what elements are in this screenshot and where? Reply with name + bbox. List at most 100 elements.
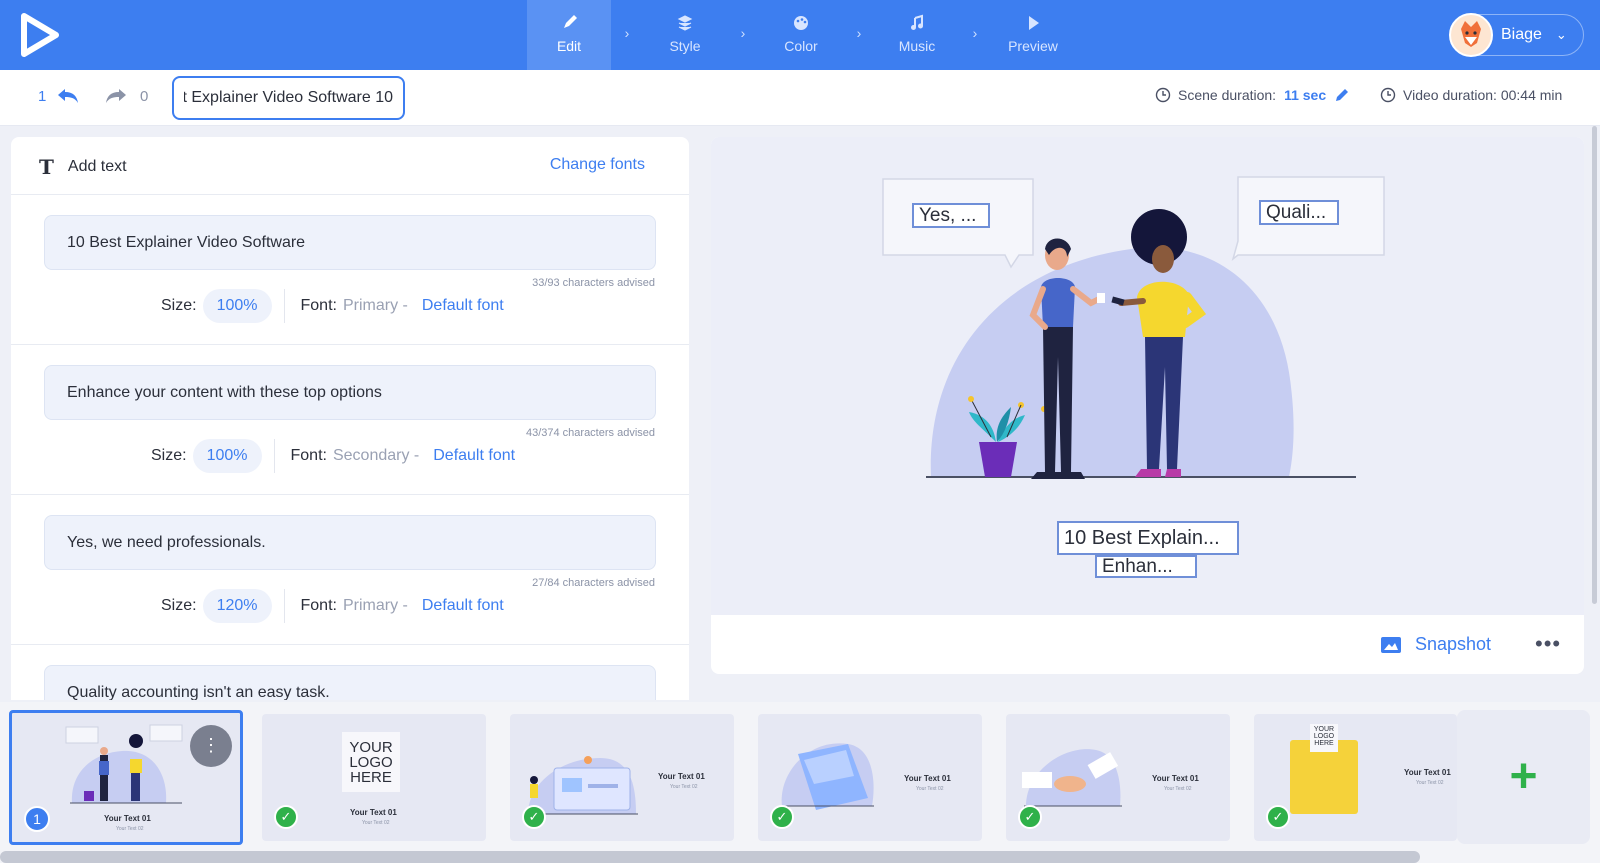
- text-block: Yes, we need professionals. 27/84 charac…: [11, 495, 689, 645]
- char-count: 27/84 characters advised: [532, 577, 655, 589]
- bubble-text-left[interactable]: Yes, ...: [912, 203, 990, 228]
- add-scene-button[interactable]: +: [1457, 710, 1590, 844]
- text-field[interactable]: Yes, we need professionals.: [44, 515, 656, 570]
- check-icon: ✓: [522, 805, 546, 829]
- scene-title-box[interactable]: 10 Best Explain...: [1057, 521, 1239, 555]
- text-field[interactable]: 10 Best Explainer Video Software: [44, 215, 656, 270]
- logo-line: LOGO: [1313, 733, 1335, 740]
- scene-caption: Your Text 01: [904, 774, 951, 783]
- font-type: Secondary -: [332, 447, 420, 464]
- logo-placeholder-text: YOUR LOGO HERE: [348, 740, 394, 785]
- font-type: Primary -: [342, 597, 408, 614]
- play-logo-icon[interactable]: [18, 12, 62, 58]
- chevron-down-icon: ⌄: [1555, 27, 1567, 42]
- logo-line: HERE: [1314, 740, 1334, 747]
- video-title-input[interactable]: [172, 76, 405, 120]
- scene-subcaption: Your Text 02: [1416, 780, 1444, 786]
- change-fonts-link[interactable]: Change fonts: [550, 156, 645, 174]
- video-duration-label: Video duration: 00:44 min: [1403, 87, 1563, 103]
- font-label: Font:: [300, 297, 337, 314]
- add-text-button[interactable]: T Add text: [39, 155, 127, 179]
- clock-icon: [1155, 87, 1171, 103]
- scene-canvas[interactable]: Yes, ... Quali... 10 Best Explain... Enh…: [711, 137, 1584, 615]
- scene-duration-value[interactable]: 11 sec: [1284, 87, 1326, 103]
- text-icon: T: [39, 155, 54, 179]
- undo-icon[interactable]: [55, 84, 81, 108]
- divider: [273, 439, 275, 473]
- text-field[interactable]: Quality accounting isn't an easy task.: [44, 665, 656, 700]
- scene-thumbnail[interactable]: Your Text 01 Your Text 02 ✓: [758, 714, 982, 841]
- scene-thumbnail[interactable]: YOUR LOGO HERE Your Text 01 Your Text 02…: [1254, 714, 1457, 841]
- video-duration: Video duration: 00:44 min: [1380, 87, 1562, 103]
- snapshot-label: Snapshot: [1415, 634, 1492, 654]
- scene-thumbnail[interactable]: YOUR LOGO HERE Your Text 01 Your Text 02…: [262, 714, 486, 841]
- font-selector[interactable]: Default font: [422, 597, 504, 615]
- top-navigation-bar: Edit › Style › Color › Music › Preview B…: [0, 0, 1600, 70]
- text-field[interactable]: Enhance your content with these top opti…: [44, 365, 656, 420]
- scene-thumbnail[interactable]: Your Text 01 Your Text 02 ✓: [510, 714, 734, 841]
- step-color[interactable]: Color: [759, 0, 843, 70]
- horizontal-scrollbar[interactable]: [0, 851, 1420, 863]
- font-selector[interactable]: Default font: [422, 297, 504, 315]
- snapshot-button[interactable]: Snapshot: [1381, 634, 1491, 655]
- logo-line: YOUR: [1313, 726, 1335, 733]
- scene-caption: Your Text 01: [104, 814, 151, 823]
- image-icon: [1381, 636, 1401, 653]
- scene-number-badge: 1: [24, 806, 50, 832]
- size-label: Size:: [161, 597, 197, 614]
- pencil-icon[interactable]: [1334, 87, 1350, 103]
- font-type: Primary -: [342, 297, 408, 314]
- redo-count: 0: [140, 88, 149, 105]
- vertical-scrollbar[interactable]: [1592, 126, 1597, 604]
- step-label: Style: [669, 38, 701, 54]
- layers-icon: [677, 15, 693, 31]
- scene-subcaption: Your Text 02: [362, 820, 390, 826]
- add-text-label: Add text: [67, 158, 127, 175]
- step-edit[interactable]: Edit: [527, 0, 611, 70]
- logo-line: HERE: [350, 769, 392, 786]
- font-selector[interactable]: Default font: [433, 447, 515, 465]
- font-label: Font:: [300, 597, 337, 614]
- check-icon: ✓: [274, 805, 298, 829]
- step-label: Color: [784, 38, 818, 54]
- scene-caption: Your Text 01: [350, 808, 397, 817]
- scene-menu-icon[interactable]: ⋮: [190, 725, 232, 767]
- palette-icon: [794, 16, 808, 30]
- divider: [283, 289, 285, 323]
- step-style[interactable]: Style: [643, 0, 727, 70]
- text-block: 10 Best Explainer Video Software 33/93 c…: [11, 195, 689, 345]
- font-label: Font:: [290, 447, 327, 464]
- scene-subcaption: Your Text 02: [116, 826, 144, 832]
- divider: [283, 589, 285, 623]
- size-selector[interactable]: 100%: [192, 439, 262, 473]
- step-music[interactable]: Music: [875, 0, 959, 70]
- logo-line: LOGO: [349, 754, 393, 771]
- text-panel: T Add text Change fonts 10 Best Explaine…: [11, 137, 689, 700]
- clock-icon: [1380, 87, 1396, 103]
- chevron-right-icon: ›: [740, 25, 746, 41]
- check-icon: ✓: [770, 805, 794, 829]
- size-selector[interactable]: 120%: [202, 589, 272, 623]
- step-label: Edit: [556, 38, 582, 54]
- play-icon: [1029, 16, 1039, 30]
- scene-thumbnail[interactable]: Your Text 01 Your Text 02 ✓: [1006, 714, 1230, 841]
- check-icon: ✓: [1266, 805, 1290, 829]
- user-menu[interactable]: Biage ⌄: [1449, 13, 1584, 57]
- plus-icon: +: [1509, 750, 1538, 803]
- size-label: Size:: [151, 447, 187, 464]
- user-name: Biage: [1501, 26, 1542, 43]
- logo-line: YOUR: [349, 739, 393, 756]
- bubble-text-right[interactable]: Quali...: [1259, 200, 1339, 225]
- scene-subtitle-box[interactable]: Enhan...: [1095, 555, 1197, 578]
- scene-subcaption: Your Text 02: [916, 786, 944, 792]
- scene-caption: Your Text 01: [658, 772, 705, 781]
- size-selector[interactable]: 100%: [202, 289, 272, 323]
- scene-duration: Scene duration: 11 sec: [1155, 87, 1350, 103]
- redo-icon[interactable]: [103, 84, 129, 108]
- scene-thumbnail[interactable]: Your Text 01 Your Text 02 ⋮ 1: [9, 710, 243, 845]
- more-options-icon[interactable]: •••: [1535, 631, 1561, 657]
- char-count: 43/374 characters advised: [525, 427, 655, 439]
- step-preview[interactable]: Preview: [991, 0, 1075, 70]
- chevron-right-icon: ›: [624, 25, 630, 41]
- undo-count: 1: [38, 88, 47, 105]
